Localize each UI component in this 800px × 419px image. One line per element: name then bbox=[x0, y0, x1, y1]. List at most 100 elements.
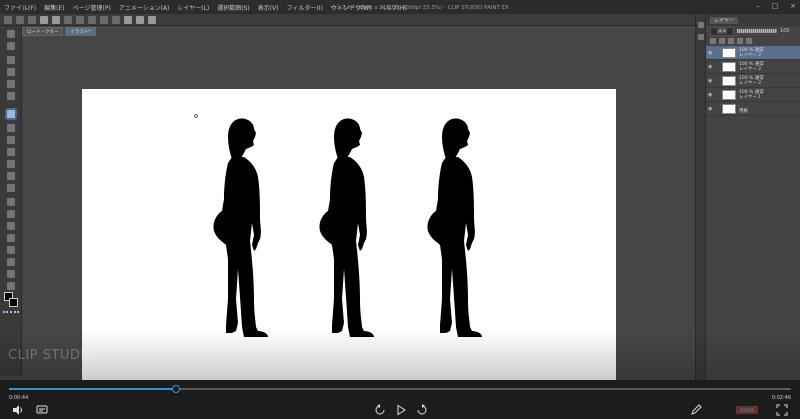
total-time: 0:02:46 bbox=[771, 395, 791, 401]
layer-thumbnail bbox=[722, 103, 736, 114]
menu-layer[interactable]: レイヤー(L) bbox=[173, 3, 213, 12]
zoom-tool-icon[interactable] bbox=[7, 30, 15, 38]
menu-bar: ファイル(F) 編集(E) ページ管理(P) アニメーション(A) レイヤー(L… bbox=[0, 0, 800, 14]
sub-color-swatch[interactable] bbox=[9, 298, 18, 307]
ruler-snap-icon[interactable] bbox=[136, 15, 144, 24]
app-window: ファイル(F) 編集(E) ページ管理(P) アニメーション(A) レイヤー(L… bbox=[0, 0, 800, 419]
menu-filter[interactable]: フィルター(I) bbox=[283, 3, 327, 12]
new-file-icon[interactable] bbox=[4, 15, 12, 24]
layer-name: レイヤー 2 bbox=[739, 52, 762, 58]
menu-view[interactable]: 表示(V) bbox=[254, 3, 283, 12]
lock-icon[interactable] bbox=[737, 38, 743, 44]
transparent-color-icon[interactable] bbox=[3, 310, 19, 313]
redo-icon[interactable] bbox=[52, 15, 60, 24]
magic-wand-icon[interactable] bbox=[7, 80, 15, 88]
layer-name: レイヤー 2 bbox=[739, 66, 762, 72]
layer-name: レイヤー 1 bbox=[739, 94, 762, 100]
layer-panel: レイヤー 通常 100 ◉ 100 % 通常 レイヤー 2 ◉ 100 % 通常レ… bbox=[705, 14, 800, 394]
subtitles-icon[interactable] bbox=[36, 404, 48, 416]
clip-icon[interactable] bbox=[710, 38, 716, 44]
layer-row[interactable]: ◉ 用紙 bbox=[706, 102, 800, 116]
command-bar bbox=[0, 14, 695, 26]
eye-icon[interactable]: ◉ bbox=[708, 64, 716, 70]
play-icon[interactable] bbox=[395, 404, 407, 416]
eyedropper-icon[interactable] bbox=[7, 92, 15, 100]
correct-line-icon[interactable] bbox=[7, 282, 15, 290]
minimize-icon[interactable]: – bbox=[756, 2, 760, 10]
panel-toggle-icon[interactable] bbox=[698, 34, 704, 40]
menu-page[interactable]: ページ管理(P) bbox=[69, 3, 115, 12]
brush-cursor bbox=[194, 114, 198, 118]
layer-row[interactable]: ◉ 100 % 通常 レイヤー 2 bbox=[706, 74, 800, 88]
layer-row[interactable]: ◉ 100 % 通常 レイヤー 2 bbox=[706, 60, 800, 74]
reference-icon[interactable] bbox=[719, 38, 725, 44]
undo-icon[interactable] bbox=[40, 15, 48, 24]
brush-tool-icon[interactable] bbox=[7, 136, 15, 144]
layer-row[interactable]: ◉ 100 % 通常 レイヤー 2 bbox=[706, 46, 800, 60]
volume-icon[interactable] bbox=[12, 404, 24, 416]
eye-icon[interactable]: ◉ bbox=[708, 50, 716, 56]
blend-icon[interactable] bbox=[7, 184, 15, 192]
figure-icon[interactable] bbox=[7, 222, 15, 230]
text-tool-icon[interactable] bbox=[7, 258, 15, 266]
blend-mode-select[interactable]: 通常 bbox=[710, 26, 735, 36]
layer-tool-row bbox=[706, 36, 800, 46]
tab-document-2[interactable]: イラスト* bbox=[65, 27, 96, 36]
tab-layers[interactable]: レイヤー bbox=[710, 16, 738, 24]
drawing-canvas[interactable] bbox=[82, 89, 616, 389]
save-icon[interactable] bbox=[28, 15, 36, 24]
eye-icon[interactable]: ◉ bbox=[708, 92, 716, 98]
menu-animation[interactable]: アニメーション(A) bbox=[115, 3, 174, 12]
canvas-tabs: ロード・クター イラスト* bbox=[22, 27, 96, 36]
eraser-icon[interactable] bbox=[7, 172, 15, 180]
layer-row[interactable]: ◉ 100 % 通常 レイヤー 1 bbox=[706, 88, 800, 102]
menu-edit[interactable]: 編集(E) bbox=[40, 3, 68, 12]
balloon-icon[interactable] bbox=[7, 270, 15, 278]
close-icon[interactable]: × bbox=[790, 2, 796, 10]
tab-document-1[interactable]: ロード・クター bbox=[22, 27, 64, 36]
pencil-tool-icon[interactable] bbox=[7, 124, 15, 132]
seek-bar-progress bbox=[9, 388, 177, 390]
menu-file[interactable]: ファイル(F) bbox=[0, 3, 40, 12]
eye-icon[interactable]: ◉ bbox=[708, 106, 716, 112]
gradient-icon[interactable] bbox=[7, 210, 15, 218]
crop-icon[interactable] bbox=[112, 15, 120, 24]
fill-icon[interactable] bbox=[76, 15, 84, 24]
draft-icon[interactable] bbox=[728, 38, 734, 44]
rewind-icon[interactable] bbox=[374, 404, 386, 416]
clear-icon[interactable] bbox=[64, 15, 72, 24]
layer-thumbnail bbox=[722, 89, 736, 100]
seek-bar[interactable] bbox=[9, 388, 791, 390]
seek-handle[interactable] bbox=[172, 385, 181, 393]
layer-panel-header: レイヤー bbox=[706, 14, 800, 26]
mask-icon[interactable] bbox=[746, 38, 752, 44]
video-player-controls: 0:00:44 0:02:46 bbox=[0, 380, 800, 419]
canvas-content bbox=[213, 118, 482, 337]
pen-icon[interactable] bbox=[690, 404, 702, 416]
pen-tool-icon[interactable] bbox=[7, 110, 15, 118]
decoration-icon[interactable] bbox=[7, 160, 15, 168]
transform-icon[interactable] bbox=[88, 15, 96, 24]
operation-tool-icon[interactable] bbox=[7, 56, 15, 64]
open-file-icon[interactable] bbox=[16, 15, 24, 24]
menu-selection[interactable]: 選択範囲(S) bbox=[213, 3, 254, 12]
tool-palette bbox=[0, 26, 22, 376]
fill-tool-icon[interactable] bbox=[7, 198, 15, 206]
maximize-icon[interactable]: □ bbox=[772, 2, 779, 10]
lasso-tool-icon[interactable] bbox=[7, 68, 15, 76]
airbrush-icon[interactable] bbox=[7, 148, 15, 156]
watermark: CLIP STUDIO bbox=[8, 348, 96, 363]
forward-icon[interactable] bbox=[416, 404, 428, 416]
layer-thumbnail bbox=[722, 75, 736, 86]
layer-thumbnail bbox=[722, 47, 736, 58]
opacity-slider[interactable] bbox=[737, 29, 778, 33]
ruler-icon[interactable] bbox=[7, 246, 15, 254]
move-tool-icon[interactable] bbox=[7, 42, 15, 50]
deselect-icon[interactable] bbox=[100, 15, 108, 24]
snap-icon[interactable] bbox=[124, 15, 132, 24]
fullscreen-icon[interactable] bbox=[776, 404, 788, 416]
frame-icon[interactable] bbox=[7, 234, 15, 242]
grid-snap-icon[interactable] bbox=[148, 15, 156, 24]
panel-toggle-icon[interactable] bbox=[698, 22, 704, 28]
eye-icon[interactable]: ◉ bbox=[708, 78, 716, 84]
